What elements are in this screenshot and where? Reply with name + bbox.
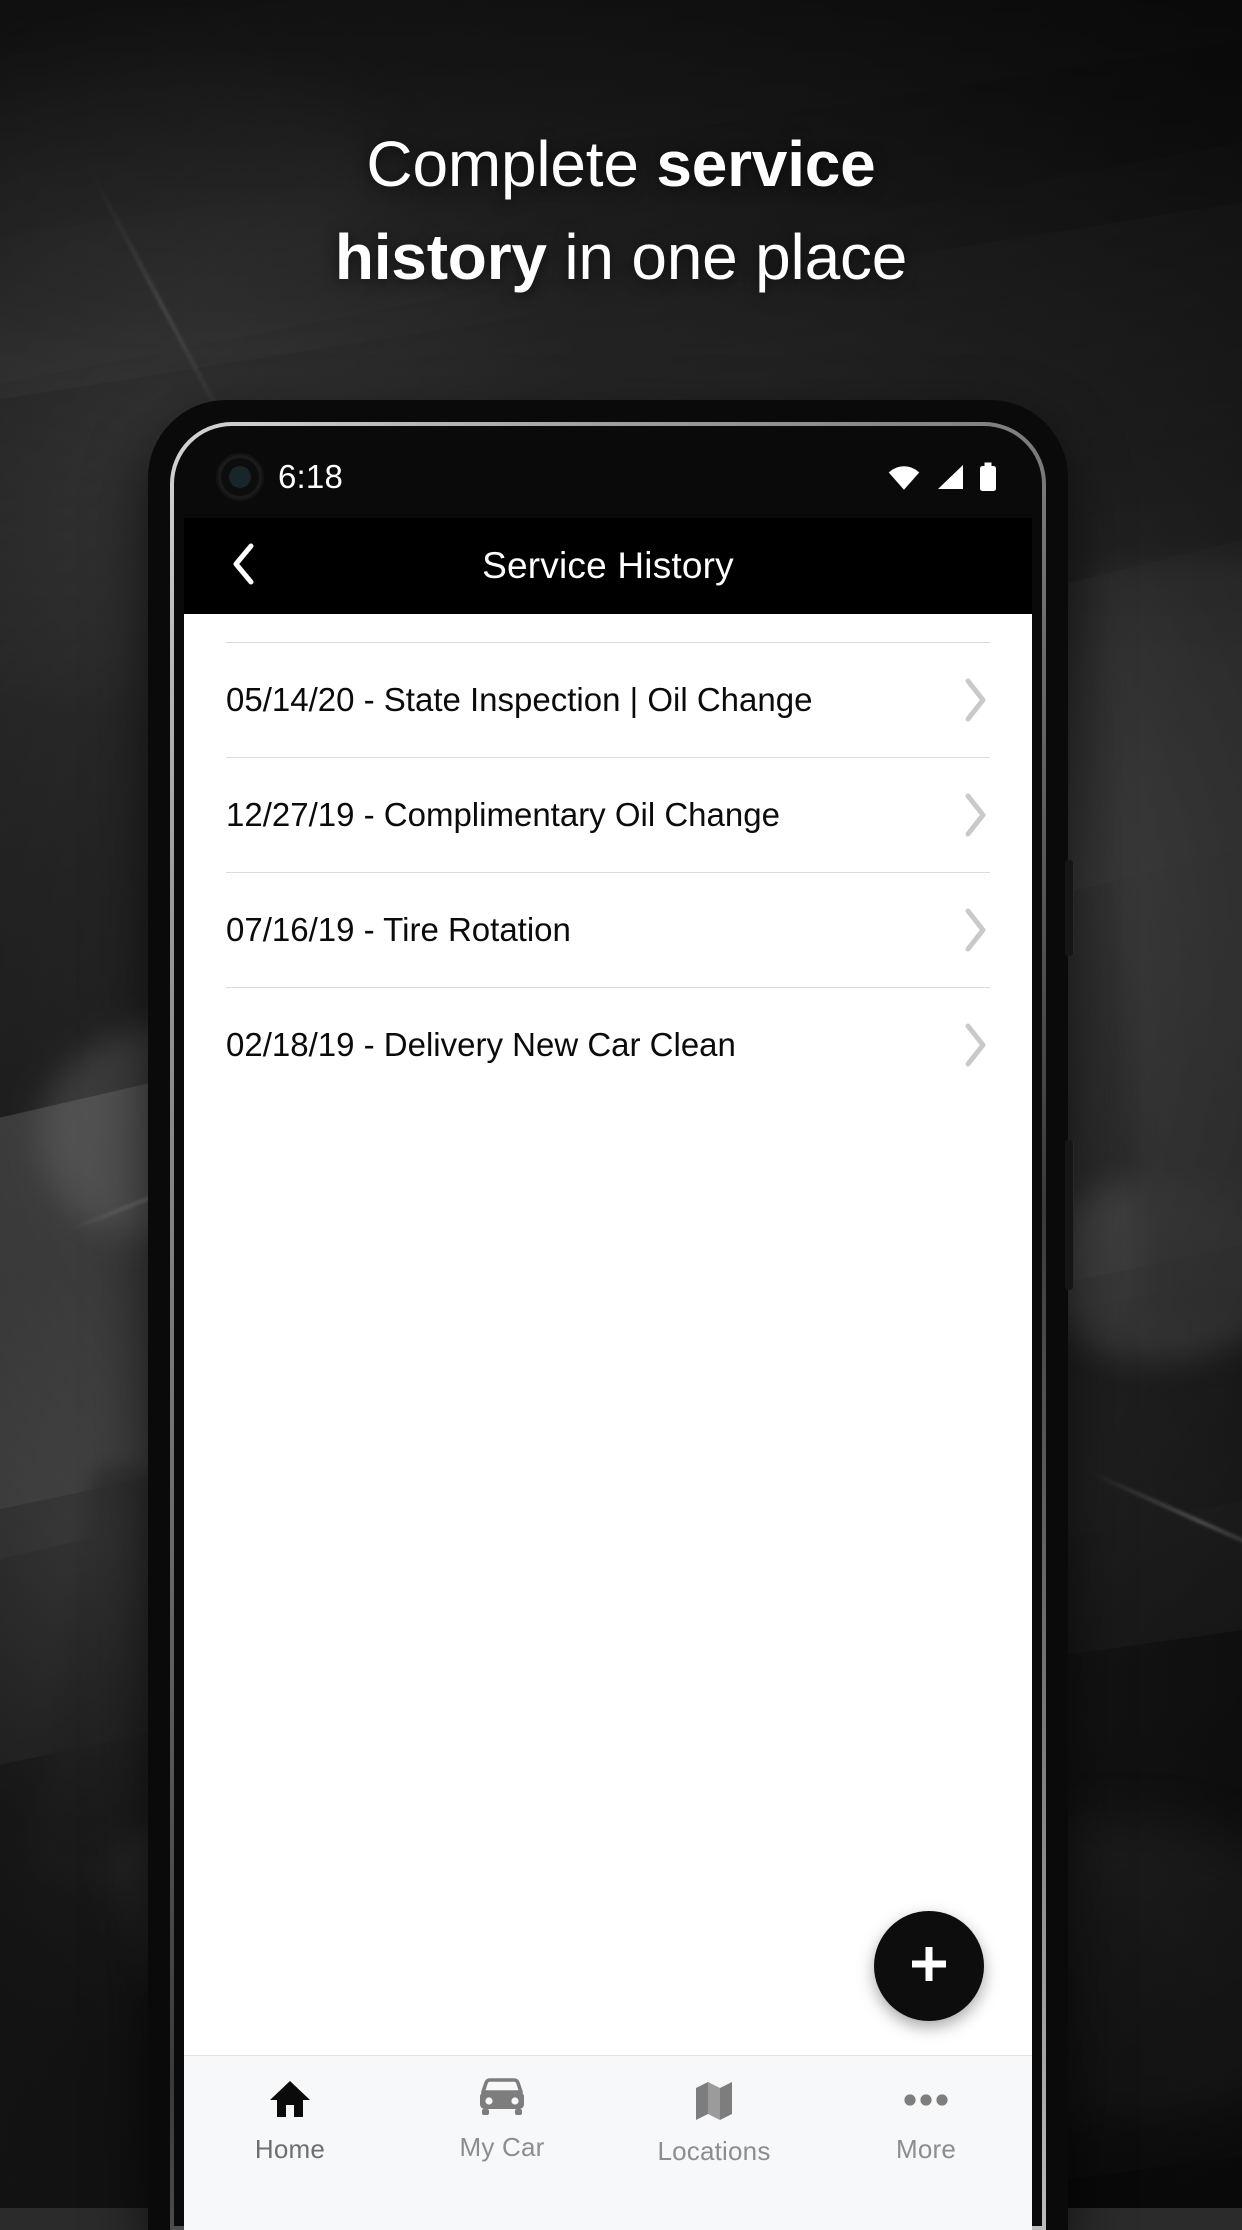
list-item[interactable]: 02/18/19 - Delivery New Car Clean	[184, 988, 1032, 1102]
tab-more[interactable]: More	[820, 2078, 1032, 2165]
page-title: Service History	[482, 545, 734, 586]
phone-side-button	[1065, 860, 1074, 956]
status-bar: 6:18	[184, 436, 1032, 518]
list-item[interactable]: 12/27/19 - Complimentary Oil Change	[184, 758, 1032, 872]
headline-text-normal: Complete	[366, 128, 657, 200]
tab-locations[interactable]: Locations	[608, 2078, 820, 2167]
tab-label: Locations	[657, 2136, 771, 2166]
phone-mockup: 6:18 Service History 05/14/20 - State In…	[148, 400, 1074, 2230]
phone-side-button	[1065, 1140, 1074, 1290]
signal-icon	[935, 463, 965, 491]
list-item[interactable]: 07/16/19 - Tire Rotation	[184, 873, 1032, 987]
tab-label: My Car	[459, 2132, 545, 2162]
back-button[interactable]	[214, 536, 274, 596]
headline-text-bold: history	[334, 221, 547, 293]
home-icon	[268, 2078, 312, 2120]
promo-headline-line-1: Complete service	[0, 118, 1242, 211]
chevron-right-icon	[960, 791, 990, 839]
chevron-right-icon	[960, 906, 990, 954]
tab-home[interactable]: Home	[184, 2078, 396, 2165]
service-history-screen: 05/14/20 - State Inspection | Oil Change…	[184, 614, 1032, 2055]
promo-headline-line-2: history in one place	[0, 211, 1242, 304]
tab-my-car[interactable]: My Car	[396, 2078, 608, 2163]
car-icon	[475, 2078, 529, 2118]
bottom-tab-bar: Home My Car Locations More	[184, 2055, 1032, 2230]
status-bar-icons	[886, 462, 998, 492]
more-dots-icon	[900, 2078, 952, 2120]
tab-label: More	[895, 2134, 957, 2164]
tab-label: Home	[254, 2134, 326, 2164]
map-icon	[692, 2078, 736, 2122]
battery-icon	[978, 462, 998, 492]
app-nav-bar: Service History	[184, 518, 1032, 614]
wifi-icon	[886, 463, 922, 491]
service-record-label: 05/14/20 - State Inspection | Oil Change	[226, 681, 813, 718]
chevron-left-icon	[231, 543, 257, 590]
headline-text-normal: in one place	[546, 221, 908, 293]
add-service-record-button[interactable]	[874, 1911, 984, 2021]
service-record-label: 02/18/19 - Delivery New Car Clean	[226, 1026, 736, 1063]
service-history-list: 05/14/20 - State Inspection | Oil Change…	[184, 614, 1032, 1102]
chevron-right-icon	[960, 1021, 990, 1069]
plus-icon	[906, 1941, 952, 1992]
promo-headline: Complete service history in one place	[0, 118, 1242, 304]
chevron-right-icon	[960, 676, 990, 724]
list-item[interactable]: 05/14/20 - State Inspection | Oil Change	[184, 643, 1032, 757]
service-record-label: 07/16/19 - Tire Rotation	[226, 911, 571, 948]
headline-text-bold: service	[656, 128, 876, 200]
service-record-label: 12/27/19 - Complimentary Oil Change	[226, 796, 780, 833]
phone-screen: 6:18 Service History 05/14/20 - State In…	[184, 436, 1032, 2230]
front-camera-icon	[218, 455, 262, 499]
status-bar-time: 6:18	[278, 458, 344, 495]
